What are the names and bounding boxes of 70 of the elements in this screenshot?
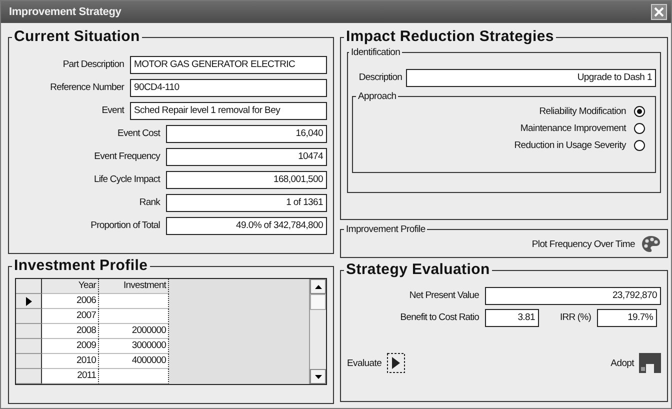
field-label: Description (358, 72, 402, 83)
radio-button[interactable] (634, 123, 645, 134)
input-field[interactable]: Upgrade to Dash 1 (406, 68, 656, 86)
column-header: Investment (99, 279, 169, 294)
field-label: Event Cost (116, 128, 160, 139)
table-cell (99, 309, 169, 324)
close-icon[interactable] (651, 4, 667, 20)
field-label: Proportion of Total (90, 220, 160, 231)
row-selector[interactable] (16, 354, 42, 369)
table-cell: 2006 (42, 294, 99, 309)
scroll-bar[interactable] (309, 279, 326, 384)
adopt-button[interactable]: Adopt (610, 353, 661, 373)
field-label: Net Present Value (408, 290, 479, 301)
field-label: IRR (%) (559, 312, 591, 323)
table-cell: 2008 (42, 324, 99, 339)
input-field[interactable]: 19.7% (597, 308, 657, 326)
current-row-icon (26, 296, 32, 306)
down-arrow-icon[interactable] (314, 374, 322, 378)
panel-title: Strategy Evaluation (345, 262, 491, 278)
table-cell: 3000000 (99, 339, 169, 354)
input-field[interactable]: 3.81 (485, 308, 539, 326)
input-field[interactable]: 10474 (166, 148, 327, 166)
table-cell: 2010 (42, 354, 99, 369)
palette-icon (641, 235, 661, 253)
field-label: Benefit to Cost Ratio (399, 312, 479, 323)
input-field[interactable]: 23,792,870 (485, 286, 661, 304)
door-icon (639, 353, 661, 373)
table-cell: 2011 (42, 369, 99, 384)
row-selector[interactable] (16, 369, 42, 384)
window-title: Improvement Strategy (9, 6, 122, 18)
table-cell: 2007 (42, 309, 99, 324)
field-label: Life Cycle Impact (92, 174, 160, 185)
field-label: Event Frequency (93, 151, 160, 162)
input-field[interactable]: 16,040 (166, 124, 327, 142)
evaluate-button[interactable]: Evaluate (347, 353, 405, 373)
field-label: Reference Number (49, 82, 124, 93)
panel-title: Improvement Profile (345, 224, 426, 235)
input-field[interactable]: 1 of 1361 (166, 194, 327, 212)
input-field[interactable]: 90CD4-110 (130, 78, 327, 96)
panel-title: Approach (357, 91, 398, 102)
table-cell (99, 294, 169, 309)
input-field[interactable]: Sched Repair level 1 removal for Bey (130, 102, 327, 120)
play-icon (386, 353, 405, 373)
radio-button[interactable] (634, 106, 645, 117)
field-label: Event (100, 105, 124, 116)
row-selector[interactable] (16, 294, 42, 309)
field-label: Rank (138, 197, 160, 208)
panel-title: Impact Reduction Strategies (345, 29, 555, 45)
field-label: Part Description (62, 59, 124, 70)
panel-title: Identification (350, 47, 402, 58)
up-arrow-icon[interactable] (314, 284, 322, 288)
input-field[interactable]: 49.0% of 342,784,800 (166, 216, 327, 234)
plot-button[interactable]: Plot Frequency Over Time (532, 235, 661, 253)
input-field[interactable]: MOTOR GAS GENERATOR ELECTRIC (130, 56, 327, 74)
table-cell (99, 369, 169, 384)
panel-title: Current Situation (13, 29, 141, 45)
panel-title: Investment Profile (13, 258, 149, 274)
table-cell: 2009 (42, 339, 99, 354)
table-cell: 4000000 (99, 354, 169, 369)
radio-label: Reduction in Usage Severity (514, 140, 626, 151)
row-selector[interactable] (16, 309, 42, 324)
radio-button[interactable] (634, 140, 645, 151)
scroll-thumb[interactable] (310, 294, 326, 310)
row-selector[interactable] (16, 324, 42, 339)
row-selector[interactable] (16, 339, 42, 354)
radio-label: Maintenance Improvement (520, 123, 626, 134)
input-field[interactable]: 168,001,500 (166, 170, 327, 188)
radio-label: Reliability Modification (539, 106, 626, 117)
table-cell: 2000000 (99, 324, 169, 339)
column-header: Year (42, 279, 99, 294)
